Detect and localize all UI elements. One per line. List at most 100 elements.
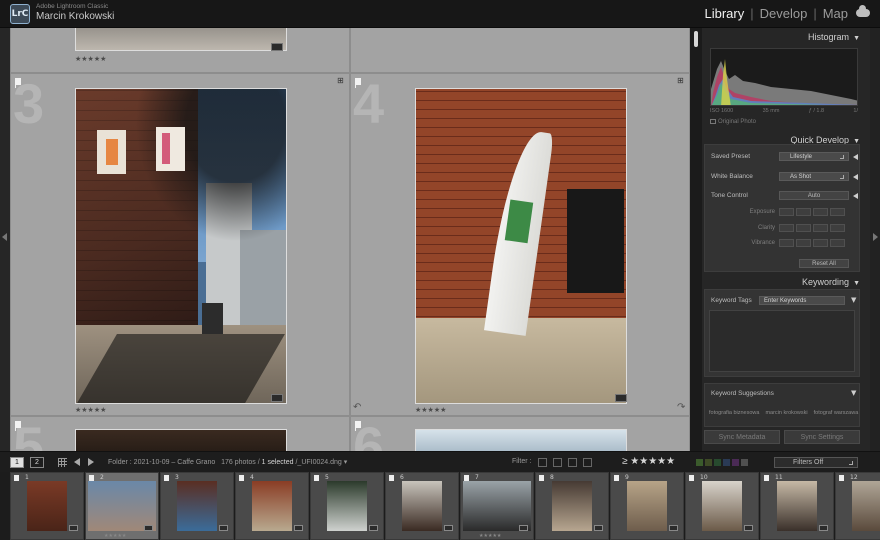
left-panel-collapsed[interactable] xyxy=(0,28,10,451)
expand-wb-icon[interactable] xyxy=(853,174,858,180)
flag-icon[interactable] xyxy=(314,475,319,481)
develop-badge-icon[interactable] xyxy=(271,394,283,402)
filmstrip-image[interactable] xyxy=(777,481,817,531)
metadata-badge-icon[interactable]: ⊞ xyxy=(677,76,684,85)
sync-settings-button[interactable]: Sync Settings xyxy=(784,430,860,444)
keyword-input[interactable] xyxy=(709,310,855,372)
color-filter-swatch[interactable] xyxy=(705,459,712,466)
develop-badge-icon[interactable] xyxy=(144,525,153,531)
previous-icon[interactable] xyxy=(74,458,80,466)
filmstrip-thumbnail[interactable]: 1 xyxy=(10,472,84,540)
filmstrip-image[interactable] xyxy=(327,481,367,531)
scrollbar-thumb[interactable] xyxy=(694,31,698,47)
develop-badge-icon[interactable] xyxy=(369,525,378,531)
rating-stars[interactable]: ★★★★★ xyxy=(415,406,446,414)
keywording-header[interactable]: Keywording ▼ xyxy=(702,274,870,290)
histogram-header[interactable]: Histogram ▼ xyxy=(702,29,870,45)
suggestion-item[interactable]: marcin krokowski xyxy=(765,410,807,416)
metadata-badge-icon[interactable]: ⊞ xyxy=(337,76,344,85)
thumbnail[interactable] xyxy=(75,88,287,404)
filmstrip-thumbnail[interactable]: 4 xyxy=(235,472,309,540)
filmstrip-image[interactable] xyxy=(88,481,156,531)
rating-stars[interactable]: ★★★★★ xyxy=(479,533,501,539)
rotate-right-icon[interactable]: ↷ xyxy=(677,402,685,413)
star-filter[interactable]: ≥ ★★★★★ xyxy=(622,456,675,467)
next-icon[interactable] xyxy=(88,458,94,466)
filmstrip-image[interactable] xyxy=(702,481,742,531)
thumbnail[interactable] xyxy=(75,429,287,451)
clarity-stepper[interactable] xyxy=(779,224,845,232)
suggestion-item[interactable]: fotografia biznesowa xyxy=(709,410,759,416)
flag-icon[interactable] xyxy=(355,421,361,431)
grid-cell-6[interactable]: 6 xyxy=(350,416,690,451)
flag-icon[interactable] xyxy=(539,475,544,481)
grid-scrollbar[interactable] xyxy=(690,28,702,451)
thumbnail[interactable] xyxy=(415,429,627,451)
flag-icon[interactable] xyxy=(89,475,94,481)
develop-badge-icon[interactable] xyxy=(819,525,828,531)
filmstrip-thumbnail[interactable]: 12 xyxy=(835,472,880,540)
reject-filter-icon[interactable] xyxy=(553,458,562,467)
original-photo-check[interactable]: Original Photo xyxy=(710,119,756,125)
grid-cell[interactable]: ★★★★★ xyxy=(10,28,350,73)
filmstrip-thumbnail[interactable]: 3 xyxy=(160,472,234,540)
thumbnail[interactable] xyxy=(415,88,627,404)
checkbox-icon[interactable] xyxy=(710,119,716,124)
develop-badge-icon[interactable] xyxy=(444,525,453,531)
exposure-stepper[interactable] xyxy=(779,208,845,216)
develop-badge-icon[interactable] xyxy=(615,394,627,402)
color-filter-swatch[interactable] xyxy=(723,459,730,466)
flag-icon[interactable] xyxy=(164,475,169,481)
develop-badge-icon[interactable] xyxy=(744,525,753,531)
filmstrip-page-2[interactable]: 2 xyxy=(30,457,44,468)
virtual-filter-icon[interactable] xyxy=(583,458,592,467)
filmstrip-thumbnail[interactable]: 7 ★★★★★ xyxy=(460,472,534,540)
saved-preset-select[interactable]: Lifestyle xyxy=(779,152,849,161)
flag-icon[interactable] xyxy=(15,78,21,88)
grid-cell-3[interactable]: 3 ⊞ ★★★★★ xyxy=(10,73,350,416)
filmstrip-image[interactable] xyxy=(627,481,667,531)
filmstrip-image[interactable] xyxy=(402,481,442,531)
filmstrip-image[interactable] xyxy=(852,481,880,531)
expand-preset-icon[interactable] xyxy=(853,154,858,160)
flag-icon[interactable] xyxy=(464,475,469,481)
module-map[interactable]: Map xyxy=(823,6,848,21)
rating-stars[interactable]: ★★★★★ xyxy=(104,533,126,539)
filmstrip-thumbnail[interactable]: 6 xyxy=(385,472,459,540)
filmstrip-image[interactable] xyxy=(27,481,67,531)
develop-badge-icon[interactable] xyxy=(219,525,228,531)
flag-icon[interactable] xyxy=(14,475,19,481)
grid-cell-5[interactable]: 5 xyxy=(10,416,350,451)
filmstrip-image[interactable] xyxy=(177,481,217,531)
flag-icon[interactable] xyxy=(389,475,394,481)
expand-left-panel-icon[interactable] xyxy=(2,233,7,241)
expand-suggestions-icon[interactable]: ▼ xyxy=(851,389,856,397)
filmstrip-thumbnail[interactable]: 11 xyxy=(760,472,834,540)
keyword-tags-select[interactable]: Enter Keywords xyxy=(759,296,845,305)
flag-icon[interactable] xyxy=(689,475,694,481)
sync-metadata-button[interactable]: Sync Metadata xyxy=(704,430,780,444)
thumbnail[interactable] xyxy=(75,28,287,51)
rating-stars[interactable]: ★★★★★ xyxy=(75,406,106,414)
expand-keywords-icon[interactable]: ▼ xyxy=(851,296,856,304)
flag-filter-icon[interactable] xyxy=(538,458,547,467)
grid-cell[interactable] xyxy=(350,28,690,73)
collapse-right-panel-icon[interactable] xyxy=(873,233,878,241)
develop-badge-icon[interactable] xyxy=(519,525,528,531)
flag-icon[interactable] xyxy=(239,475,244,481)
develop-badge-icon[interactable] xyxy=(594,525,603,531)
auto-tone-button[interactable]: Auto xyxy=(779,191,849,200)
suggestion-item[interactable]: fotograf warszawa xyxy=(814,410,859,416)
filter-preset-select[interactable]: Filters Off xyxy=(774,457,858,468)
source-path[interactable]: Folder : 2021-10-09 – Caffe Grano 176 ph… xyxy=(108,458,347,466)
develop-badge-icon[interactable] xyxy=(294,525,303,531)
filmstrip-image[interactable] xyxy=(252,481,292,531)
module-library[interactable]: Library xyxy=(704,6,744,21)
flag-icon[interactable] xyxy=(764,475,769,481)
filmstrip-image[interactable] xyxy=(552,481,592,531)
color-filter-swatch[interactable] xyxy=(696,459,703,466)
cloud-sync-icon[interactable] xyxy=(856,5,870,17)
expand-tone-icon[interactable] xyxy=(853,193,858,199)
develop-badge-icon[interactable] xyxy=(669,525,678,531)
collapse-triangle-icon[interactable]: ▼ xyxy=(853,35,860,42)
